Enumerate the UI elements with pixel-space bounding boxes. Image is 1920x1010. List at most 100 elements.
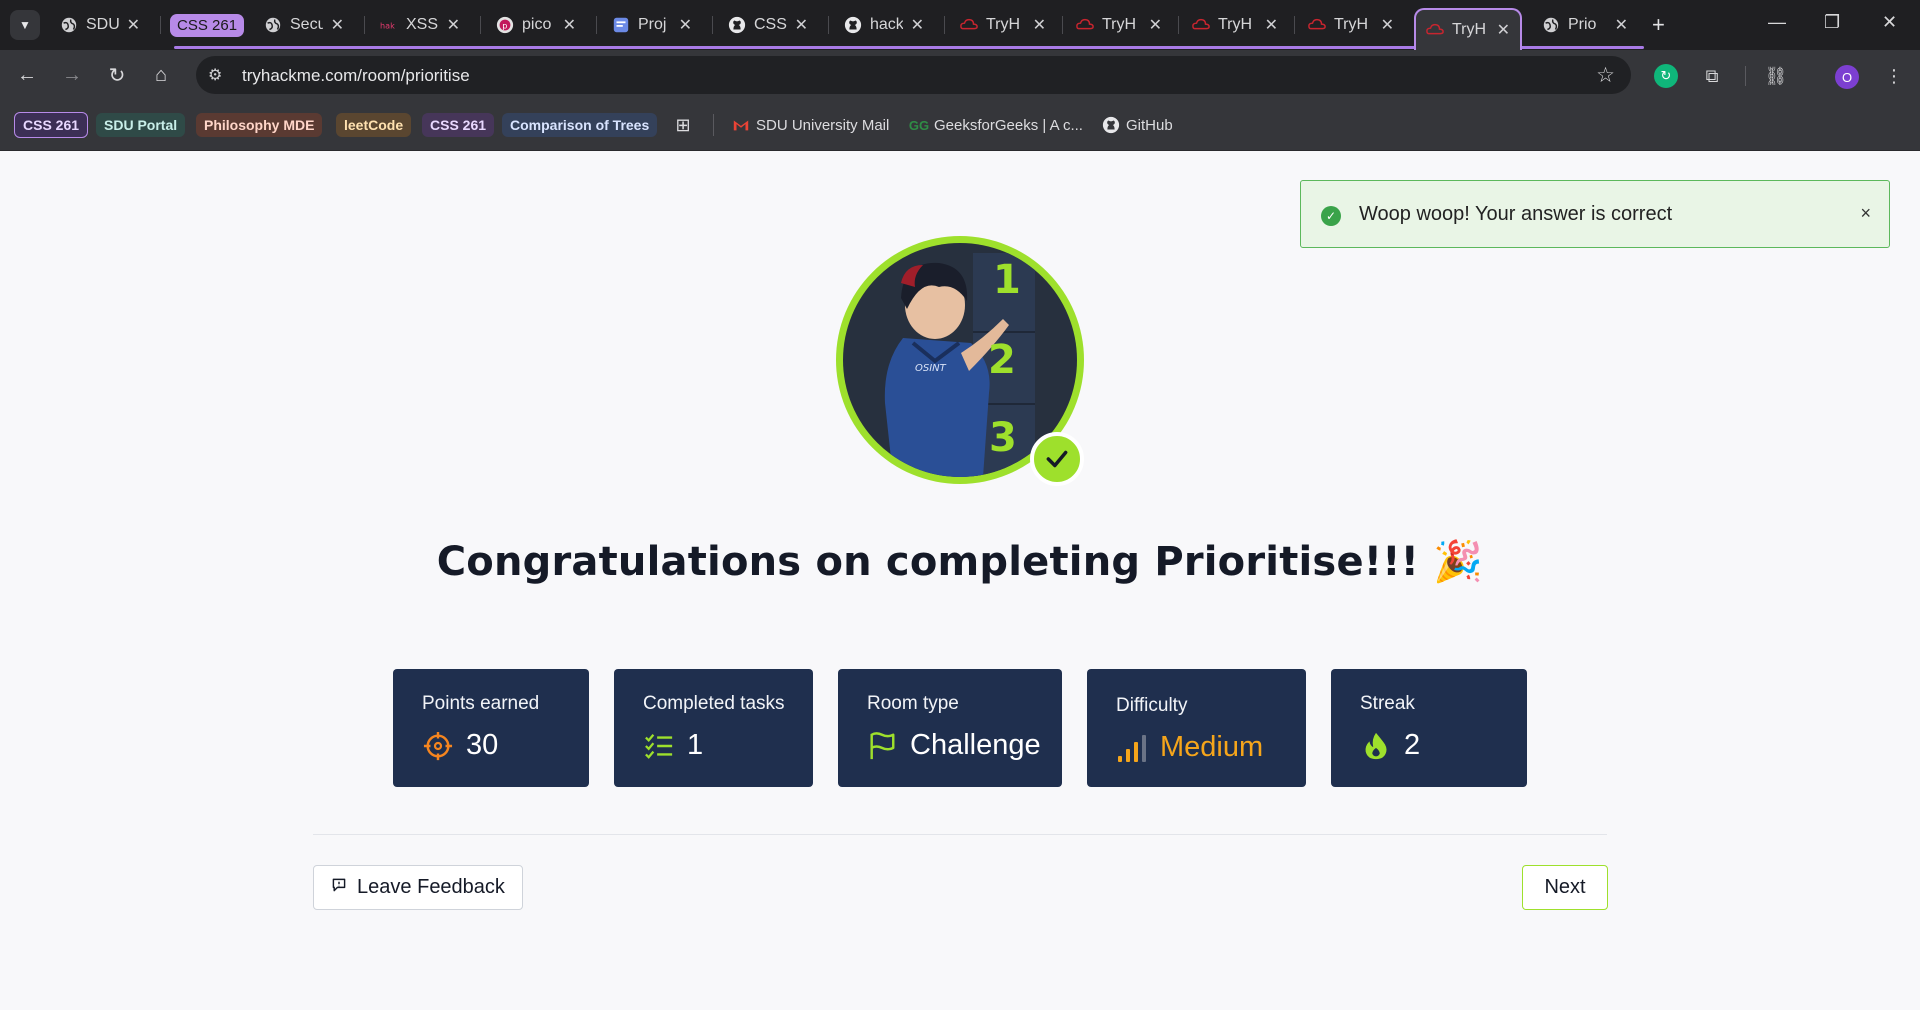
bookmark-github[interactable]: GitHub	[1102, 112, 1173, 138]
geeksforgeeks-icon: GG	[908, 117, 930, 133]
tab-separator	[712, 16, 713, 34]
tab-tryhackme-2[interactable]: TryH ✕	[1066, 8, 1172, 42]
stat-value: 1	[687, 729, 704, 761]
bookmark-group-sdu-portal[interactable]: SDU Portal	[96, 112, 186, 138]
close-tab-icon[interactable]: ✕	[679, 15, 692, 35]
tab-project[interactable]: Proj ✕	[602, 8, 702, 42]
apps-grid-icon[interactable]: ⊞	[674, 112, 692, 138]
tab-separator	[944, 16, 945, 34]
tab-github-css[interactable]: CSS ✕	[718, 8, 818, 42]
svg-text:p: p	[502, 21, 507, 31]
close-tab-icon[interactable]: ✕	[795, 15, 808, 35]
restore-icon[interactable]: ❐	[1824, 12, 1840, 33]
tab-sdu[interactable]: SDU ✕	[50, 8, 150, 42]
tab-tryhackme-4[interactable]: TryH ✕	[1298, 8, 1404, 42]
extension-refresh-icon[interactable]: ↻	[1654, 64, 1678, 88]
close-tab-icon[interactable]: ✕	[911, 15, 924, 35]
back-icon[interactable]: ←	[14, 62, 40, 88]
close-tab-icon[interactable]: ✕	[447, 15, 460, 35]
close-tab-icon[interactable]: ✕	[1381, 15, 1394, 35]
tab-separator	[1178, 16, 1179, 34]
github-icon	[844, 16, 862, 34]
bookmark-sdu-mail[interactable]: SDU University Mail	[732, 112, 889, 138]
tab-tryhackme-1[interactable]: TryH ✕	[950, 8, 1056, 42]
stat-label: Points earned	[422, 693, 540, 714]
tab-prioritise[interactable]: Prio ✕	[1532, 8, 1638, 42]
link-icon[interactable]: ⛓	[1764, 64, 1788, 88]
tab-separator	[480, 16, 481, 34]
tab-separator	[596, 16, 597, 34]
globe-icon	[264, 16, 282, 34]
globe-icon	[1542, 16, 1560, 34]
close-tab-icon[interactable]: ✕	[1149, 15, 1162, 35]
close-tab-icon[interactable]: ✕	[563, 15, 576, 35]
leave-feedback-label: Leave Feedback	[357, 876, 505, 898]
forward-icon[interactable]: →	[59, 62, 85, 88]
bookmark-group-leetcode[interactable]: leetCode	[336, 112, 412, 138]
stat-label: Difficulty	[1116, 695, 1188, 716]
signal-bars-icon	[1116, 732, 1148, 764]
reload-icon[interactable]: ↻	[104, 62, 130, 88]
url-text[interactable]: tryhackme.com/room/prioritise	[242, 66, 470, 86]
close-window-icon[interactable]: ✕	[1882, 12, 1897, 33]
minimize-icon[interactable]: —	[1768, 12, 1786, 33]
bookmark-group-css261-2[interactable]: CSS 261	[422, 112, 495, 138]
stat-card-tasks: Completed tasks 1	[614, 669, 813, 787]
stat-value: 2	[1404, 729, 1421, 761]
address-bar[interactable]: ⚙ tryhackme.com/room/prioritise ☆	[196, 56, 1631, 94]
completed-check-icon	[1030, 432, 1084, 486]
tab-tryhackme-active[interactable]: TryH ✕	[1414, 8, 1522, 50]
close-tab-icon[interactable]: ✕	[331, 15, 344, 35]
next-button[interactable]: Next	[1522, 865, 1608, 910]
close-tab-icon[interactable]: ✕	[1497, 20, 1510, 40]
picoctf-icon: p	[496, 16, 514, 34]
leave-feedback-button[interactable]: Leave Feedback	[313, 865, 523, 910]
tryhackme-icon	[1076, 16, 1094, 34]
close-tab-icon[interactable]: ✕	[1033, 15, 1046, 35]
tab-separator	[828, 16, 829, 34]
stat-label: Streak	[1360, 693, 1415, 714]
bookmarks-separator	[713, 114, 714, 136]
bookmark-group-philosophy[interactable]: Philosophy MDE	[196, 112, 323, 138]
stat-card-difficulty: Difficulty Medium	[1087, 669, 1306, 787]
chevron-down-icon: ▼	[19, 18, 31, 32]
toast-message: Woop woop! Your answer is correct	[1359, 203, 1673, 225]
tab-search-button[interactable]: ▼	[10, 10, 40, 40]
toast-close-icon[interactable]: ×	[1860, 203, 1871, 224]
new-tab-icon[interactable]: +	[1652, 12, 1665, 38]
tab-separator	[364, 16, 365, 34]
globe-icon	[60, 16, 78, 34]
tab-xss[interactable]: hak XSS ✕	[370, 8, 470, 42]
svg-text:hak: hak	[380, 21, 395, 31]
tab-strip: ▼ SDU ✕ CSS 261 Secu ✕ hak XSS ✕ p pico …	[0, 0, 1920, 50]
close-tab-icon[interactable]: ✕	[1615, 15, 1628, 35]
gmail-icon	[732, 116, 750, 134]
tab-picoctf[interactable]: p pico ✕	[486, 8, 586, 42]
stat-card-streak: Streak 2	[1331, 669, 1527, 787]
close-tab-icon[interactable]: ✕	[1265, 15, 1278, 35]
github-icon	[1102, 116, 1120, 134]
tryhackme-icon	[1426, 21, 1444, 39]
menu-kebab-icon[interactable]: ⋮	[1882, 64, 1906, 88]
tab-tryhackme-3[interactable]: TryH ✕	[1182, 8, 1288, 42]
extensions-puzzle-icon[interactable]: ⧉	[1700, 64, 1724, 88]
tab-separator	[160, 16, 161, 34]
close-tab-icon[interactable]: ✕	[127, 15, 140, 35]
stat-label: Room type	[867, 693, 959, 714]
profile-avatar[interactable]: O	[1835, 65, 1859, 89]
stat-label: Completed tasks	[643, 693, 785, 714]
section-divider	[313, 834, 1607, 835]
tab-group-css261[interactable]: CSS 261	[170, 8, 245, 42]
stat-card-room-type: Room type Challenge	[838, 669, 1062, 787]
bookmark-group-trees[interactable]: Comparison of Trees	[502, 112, 658, 138]
home-icon[interactable]: ⌂	[148, 62, 174, 88]
bookmark-group-css261[interactable]: CSS 261	[14, 112, 89, 138]
tab-github-hack[interactable]: hack ✕	[834, 8, 934, 42]
bookmark-star-icon[interactable]: ☆	[1596, 63, 1615, 88]
bookmark-geeksforgeeks[interactable]: GG GeeksforGeeks | A c...	[908, 112, 1083, 138]
badge-figure-text: OSINT	[915, 363, 947, 374]
flag-icon	[866, 730, 898, 762]
tab-security[interactable]: Secu ✕	[254, 8, 354, 42]
site-info-icon[interactable]: ⚙	[208, 65, 222, 85]
toolbar-separator	[1745, 66, 1746, 86]
